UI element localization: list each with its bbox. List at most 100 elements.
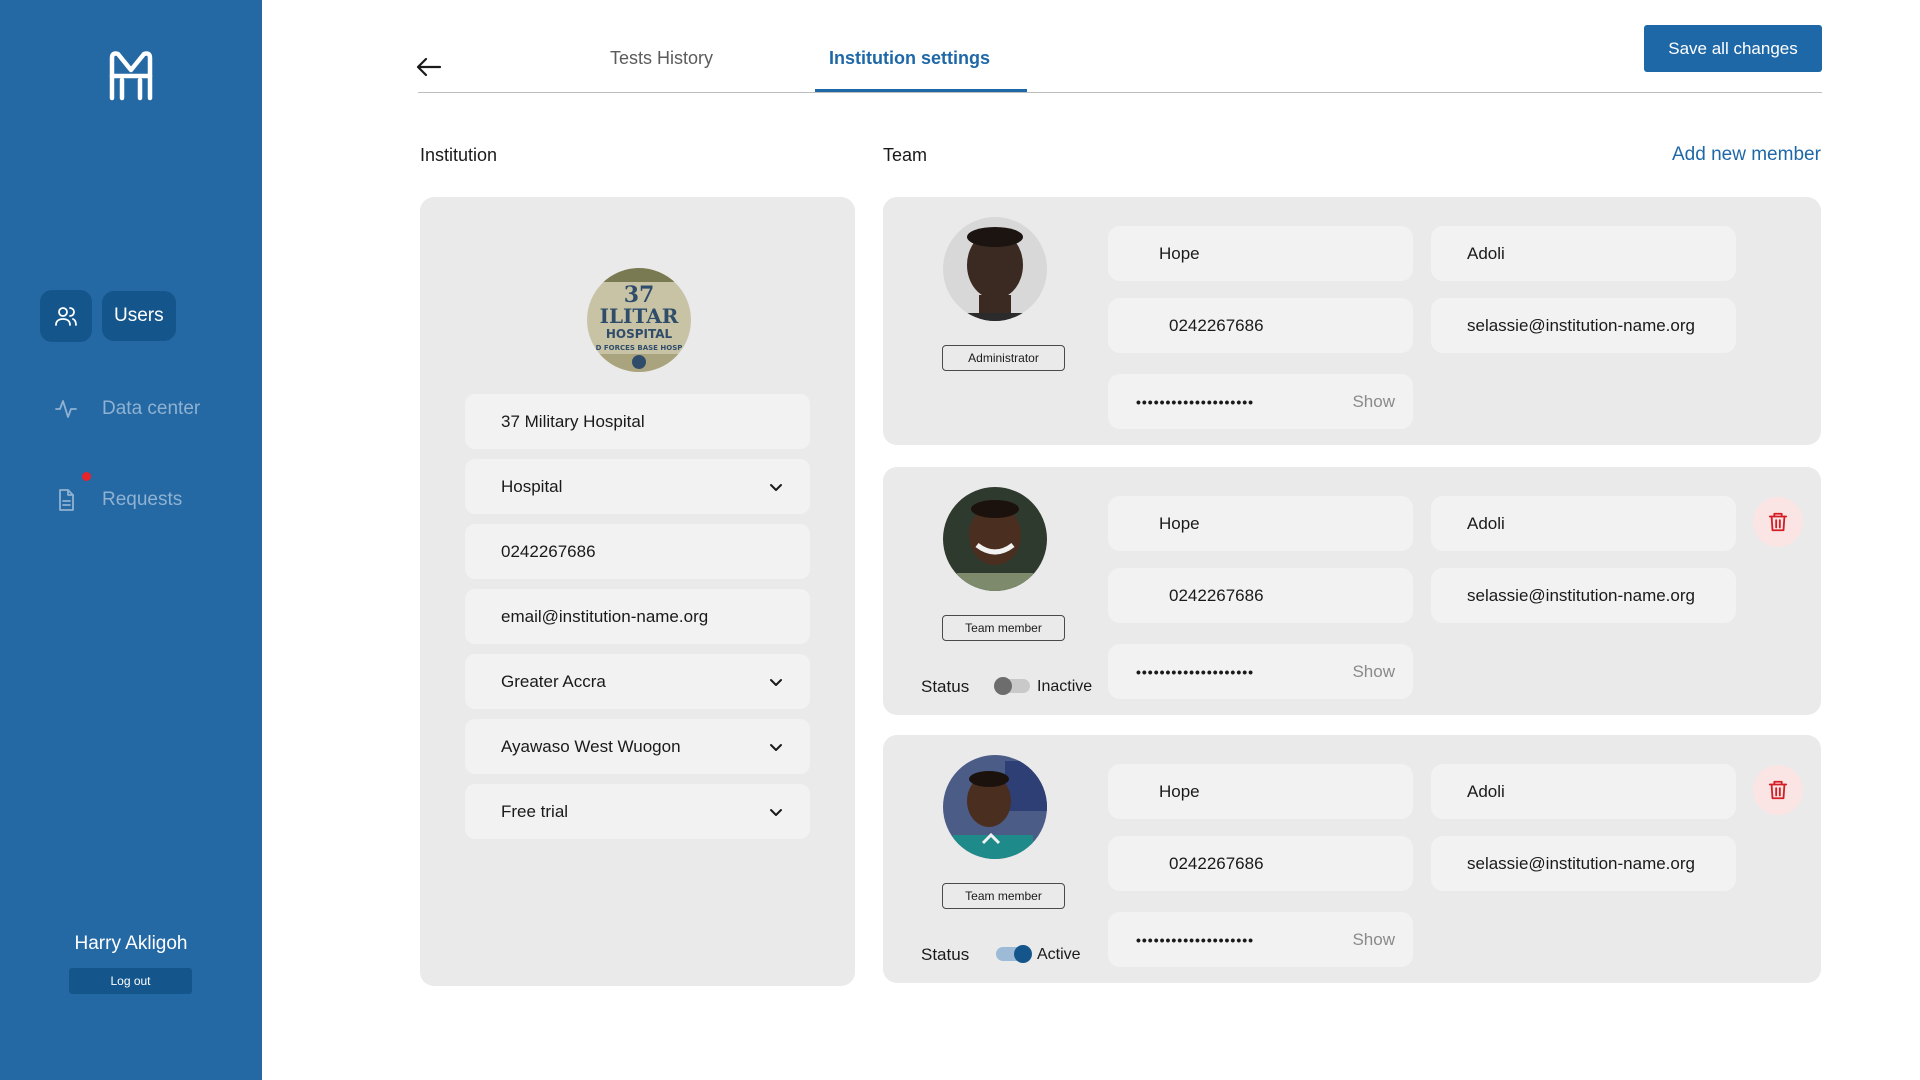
role-badge: Administrator [942, 345, 1065, 371]
avatar-text-line: ILITAR [600, 304, 679, 328]
password-mask: •••••••••••••••••••• [1136, 663, 1255, 680]
field-value: Hope [1159, 513, 1200, 533]
sidebar-item-users[interactable]: Users [40, 290, 176, 342]
institution-email-field[interactable]: email@institution-name.org [465, 589, 810, 644]
save-all-changes-button[interactable]: Save all changes [1644, 25, 1822, 72]
field-value: 0242267686 [1169, 853, 1264, 873]
back-arrow-icon[interactable] [414, 52, 444, 82]
sidebar: Users Data center Requests Harry Akligoh… [0, 0, 262, 1080]
field-value: selassie@institution-name.org [1467, 853, 1695, 873]
field-value: Greater Accra [501, 671, 606, 691]
first-name-field[interactable]: Hope [1108, 764, 1413, 819]
show-password-toggle[interactable]: Show [1352, 392, 1395, 412]
field-value: Ayawaso West Wuogon [501, 736, 681, 756]
institution-region-select[interactable]: Greater Accra [465, 654, 810, 709]
delete-member-button[interactable] [1753, 497, 1803, 547]
field-value: email@institution-name.org [501, 606, 709, 626]
show-password-toggle[interactable]: Show [1352, 662, 1395, 682]
trash-icon [1768, 512, 1788, 532]
member-avatar[interactable] [943, 217, 1047, 321]
field-value: selassie@institution-name.org [1467, 315, 1695, 335]
last-name-field[interactable]: Adoli [1431, 496, 1736, 551]
delete-member-button[interactable] [1753, 765, 1803, 815]
add-new-member-link[interactable]: Add new member [1672, 144, 1821, 166]
password-field[interactable]: •••••••••••••••••••• Show [1108, 644, 1413, 699]
active-tab-indicator [815, 89, 1027, 92]
institution-plan-select[interactable]: Free trial [465, 784, 810, 839]
field-value: Hospital [501, 476, 563, 496]
member-avatar[interactable] [943, 755, 1047, 859]
chevron-down-icon [770, 809, 782, 816]
sidebar-item-data-center[interactable]: Data center [40, 383, 200, 435]
institution-name-field[interactable]: 37 Military Hospital [465, 394, 810, 449]
trash-icon [1768, 780, 1788, 800]
team-section-title: Team [883, 145, 928, 165]
field-value: 0242267686 [501, 541, 596, 561]
field-value: 37 Military Hospital [501, 411, 645, 431]
password-field[interactable]: •••••••••••••••••••• Show [1108, 374, 1413, 429]
show-password-toggle[interactable]: Show [1352, 930, 1395, 950]
field-value: selassie@institution-name.org [1467, 585, 1695, 605]
team-member-card: Team member Hope Adoli 0242267686 selass… [883, 735, 1821, 983]
member-avatar[interactable] [943, 487, 1047, 591]
team-member-card: Administrator Hope Adoli 0242267686 sela… [883, 197, 1821, 445]
email-field[interactable]: selassie@institution-name.org [1431, 836, 1736, 891]
phone-field[interactable]: 0242267686 [1108, 568, 1413, 623]
password-mask: •••••••••••••••••••• [1136, 931, 1255, 948]
field-value: 0242267686 [1169, 315, 1264, 335]
toggle-knob [994, 677, 1012, 695]
status-toggle[interactable] [996, 945, 1032, 963]
field-value: Hope [1159, 243, 1200, 263]
users-icon-box [40, 290, 92, 342]
status-label: Status [921, 945, 970, 964]
field-value: Adoli [1467, 243, 1505, 263]
institution-section-title: Institution [420, 145, 498, 165]
avatar-text-line: HOSPITAL [606, 327, 673, 341]
sidebar-item-label: Data center [102, 398, 201, 419]
notification-dot [82, 472, 91, 481]
field-value: Free trial [501, 801, 569, 821]
password-field[interactable]: •••••••••••••••••••• Show [1108, 912, 1413, 967]
field-value: Adoli [1467, 513, 1505, 533]
tab-institution-settings[interactable]: Institution settings [829, 48, 990, 69]
institution-card: 37 ILITAR HOSPITAL D FORCES BASE HOSP 37… [420, 197, 855, 986]
last-name-field[interactable]: Adoli [1431, 226, 1736, 281]
institution-district-select[interactable]: Ayawaso West Wuogon [465, 719, 810, 774]
email-field[interactable]: selassie@institution-name.org [1431, 298, 1736, 353]
role-badge: Team member [942, 883, 1065, 909]
sidebar-item-label: Requests [102, 489, 183, 510]
member-photo [943, 755, 1047, 859]
first-name-field[interactable]: Hope [1108, 226, 1413, 281]
tab-divider [418, 92, 1822, 93]
toggle-knob [1014, 945, 1032, 963]
last-name-field[interactable]: Adoli [1431, 764, 1736, 819]
avatar-text-line: D FORCES BASE HOSP [596, 344, 683, 352]
sidebar-item-label: Users [102, 291, 176, 341]
phone-field[interactable]: 0242267686 [1108, 836, 1413, 891]
sidebar-item-requests[interactable]: Requests [40, 472, 183, 526]
field-value: 0242267686 [1169, 585, 1264, 605]
logout-button[interactable]: Log out [69, 968, 192, 994]
chevron-down-icon [770, 679, 782, 686]
institution-type-select[interactable]: Hospital [465, 459, 810, 514]
status-label: Status [921, 677, 970, 696]
role-badge: Team member [942, 615, 1065, 641]
institution-avatar[interactable]: 37 ILITAR HOSPITAL D FORCES BASE HOSP [587, 268, 691, 372]
app-logo [109, 51, 153, 101]
password-mask: •••••••••••••••••••• [1136, 393, 1255, 410]
chevron-down-icon [770, 744, 782, 751]
member-photo [943, 217, 1047, 321]
document-icon-box [40, 472, 92, 526]
member-photo [943, 487, 1047, 591]
status-value: Inactive [1037, 678, 1093, 695]
first-name-field[interactable]: Hope [1108, 496, 1413, 551]
users-icon [55, 307, 77, 326]
activity-icon-box [40, 383, 92, 435]
phone-field[interactable]: 0242267686 [1108, 298, 1413, 353]
email-field[interactable]: selassie@institution-name.org [1431, 568, 1736, 623]
institution-phone-field[interactable]: 0242267686 [465, 524, 810, 579]
status-toggle[interactable] [994, 677, 1030, 695]
tab-tests-history[interactable]: Tests History [610, 48, 713, 69]
status-value: Active [1037, 946, 1081, 963]
field-value: Hope [1159, 781, 1200, 801]
